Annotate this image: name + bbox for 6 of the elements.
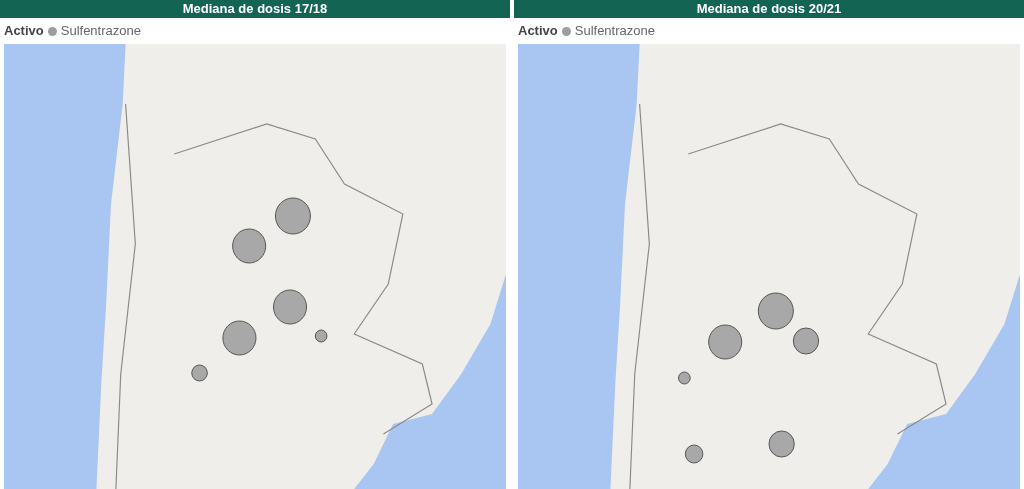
legend-label: Sulfentrazone: [60, 22, 141, 41]
panel-title: Mediana de dosis 20/21: [514, 0, 1024, 18]
legend-title: Activo: [518, 22, 558, 41]
legend-title: Activo: [4, 22, 44, 41]
panel-title: Mediana de dosis 17/18: [0, 0, 510, 18]
legend-label: Sulfentrazone: [574, 22, 655, 41]
